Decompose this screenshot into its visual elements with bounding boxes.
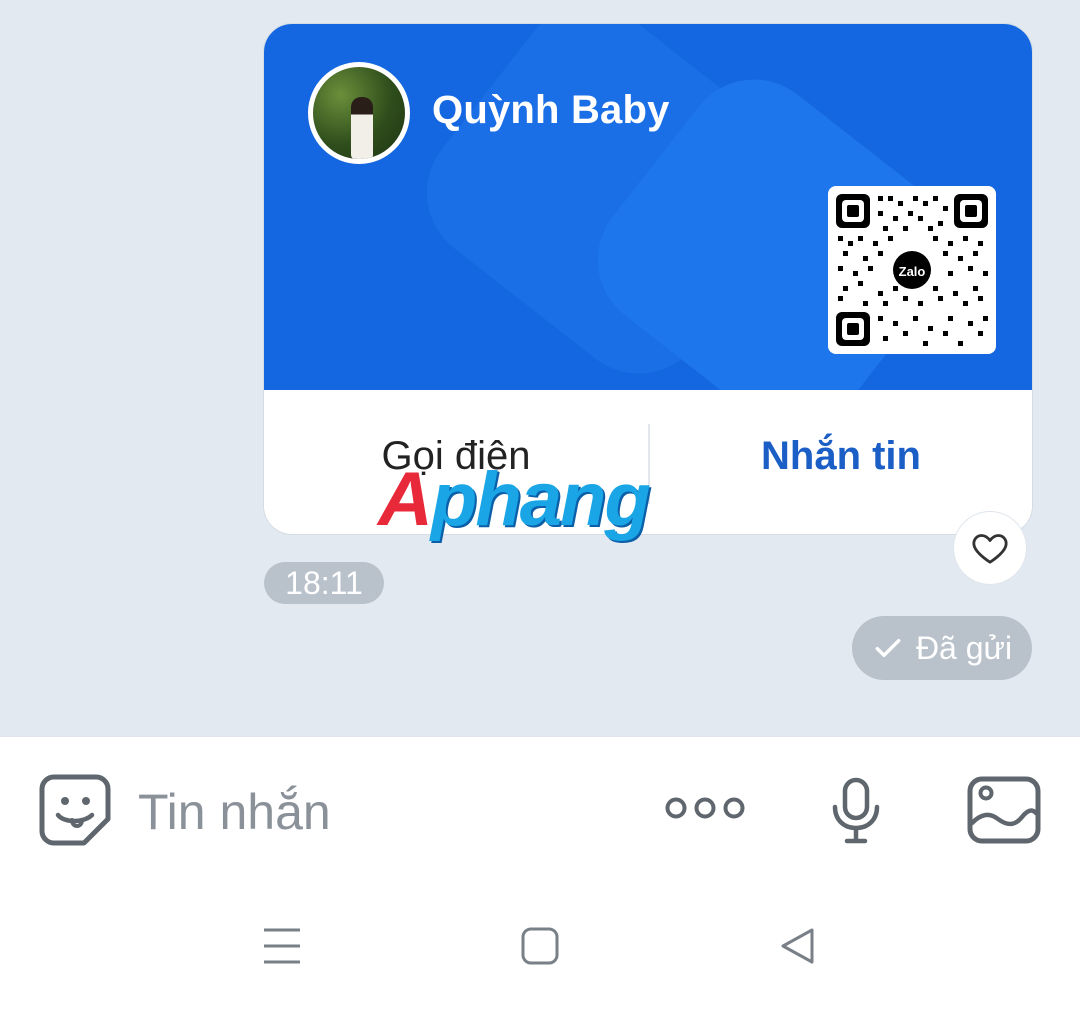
avatar-figure: [351, 97, 373, 159]
image-gallery-icon: [967, 776, 1041, 844]
avatar[interactable]: [308, 62, 410, 164]
menu-icon: [264, 928, 300, 964]
qr-logo-text: Zalo: [899, 264, 926, 279]
message-composer: Tin nhắn: [0, 736, 1080, 883]
sticker-smile-icon: [39, 774, 111, 846]
avatar-photo: [313, 67, 405, 159]
sent-status-text: Đã gửi: [915, 629, 1013, 666]
chat-area: Quỳnh Baby Zalo Gọi điện Nhắn tin Aphang…: [0, 0, 1080, 736]
message-button[interactable]: Nhắn tin: [650, 390, 1032, 534]
voice-button[interactable]: [830, 777, 882, 850]
contact-name: Quỳnh Baby: [432, 88, 670, 132]
sticker-button[interactable]: [38, 773, 112, 852]
nav-home-button[interactable]: [520, 926, 560, 971]
back-triangle-icon: [781, 928, 814, 964]
heart-outline-icon: [972, 534, 1008, 564]
qr-code[interactable]: Zalo: [828, 186, 996, 354]
qr-code-icon: Zalo: [836, 194, 988, 346]
react-heart-button[interactable]: [954, 512, 1026, 584]
watermark-rest: phang: [430, 457, 651, 542]
more-dots-icon: [665, 797, 745, 819]
watermark-first-letter: A: [378, 457, 433, 542]
sent-status-badge: Đã gửi: [852, 616, 1032, 680]
nav-menu-button[interactable]: [262, 926, 302, 971]
message-time: 18:11: [264, 562, 384, 604]
image-button[interactable]: [966, 775, 1042, 850]
microphone-icon: [832, 777, 880, 844]
home-square-icon: [521, 927, 559, 965]
message-input[interactable]: Tin nhắn: [138, 783, 331, 841]
check-icon: [875, 638, 901, 658]
watermark: Aphang: [378, 462, 651, 538]
message-button-label: Nhắn tin: [761, 433, 921, 478]
more-options-button[interactable]: [664, 793, 746, 828]
nav-back-button[interactable]: [778, 926, 818, 971]
system-navigation-bar: [0, 882, 1080, 1012]
contact-card-header: Quỳnh Baby Zalo: [264, 24, 1032, 390]
